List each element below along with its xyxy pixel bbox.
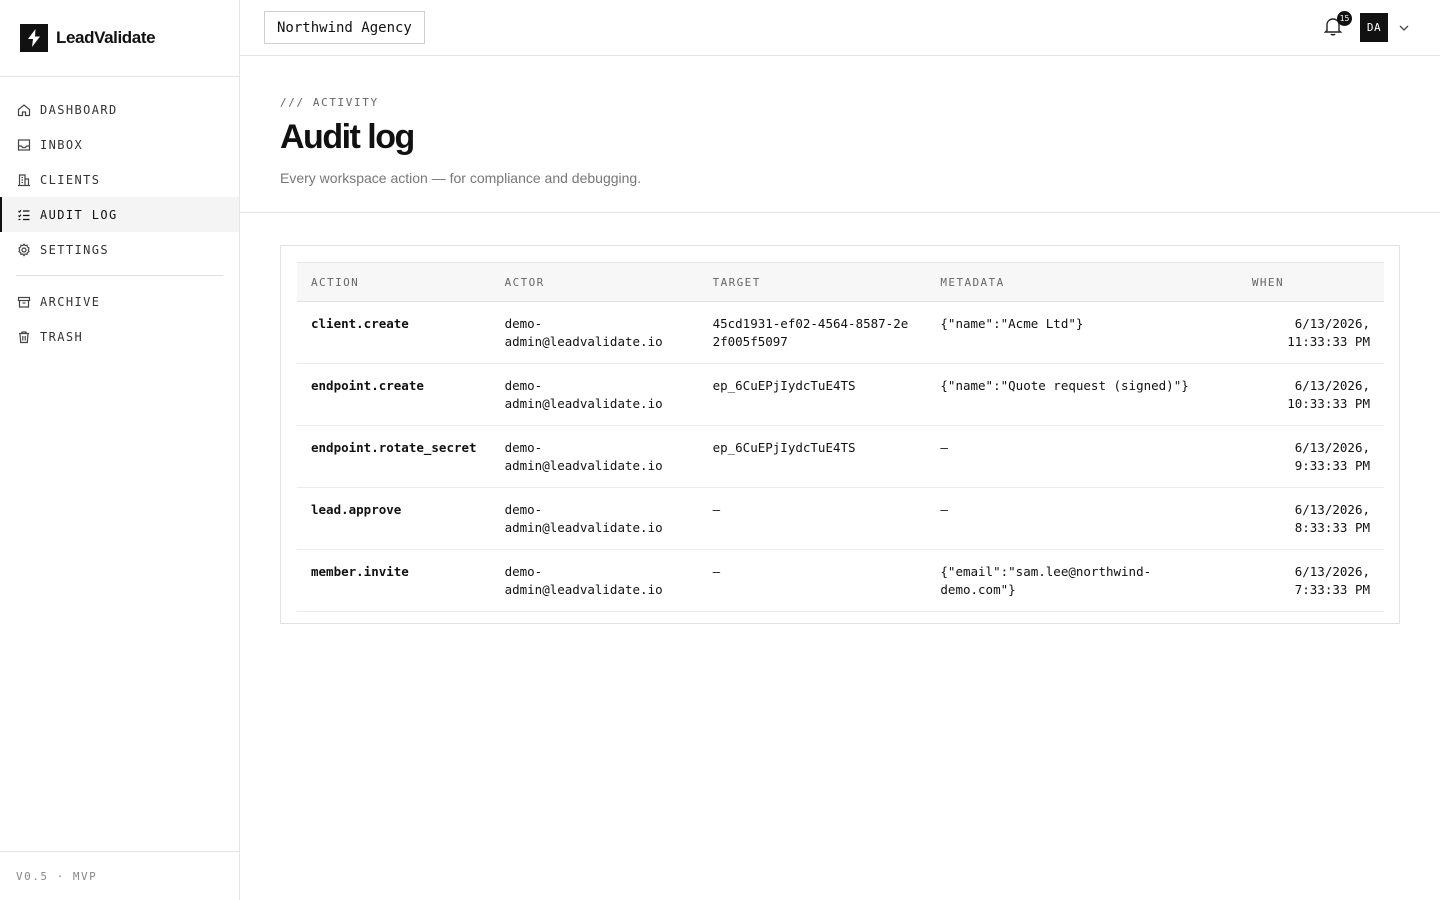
page-title: Audit log — [280, 118, 415, 156]
bolt-icon — [20, 24, 48, 52]
when-text: 6/13/2026, 10:33:33 PM — [1287, 378, 1370, 411]
sidebar-nav: DASHBOARD INBOX CLIENTS AUDIT LOG SETTIN… — [0, 77, 239, 354]
building-icon — [17, 173, 31, 187]
cell-target: ep_6CuEPjIydcTuE4TS — [698, 425, 927, 488]
actor-text: demo-admin@leadvalidate.io — [504, 440, 663, 473]
page-eyebrow: /// ACTIVITY — [280, 96, 379, 109]
brand[interactable]: LeadValidate — [0, 0, 239, 77]
cell-actor: demo-admin@leadvalidate.io — [490, 487, 699, 550]
cell-target: ep_6CuEPjIydcTuE4TS — [698, 363, 927, 426]
table-row: endpoint.create demo-admin@leadvalidate.… — [297, 363, 1384, 426]
trash-icon — [17, 330, 31, 344]
sidebar-item-clients[interactable]: CLIENTS — [0, 162, 239, 197]
cell-actor: demo-admin@leadvalidate.io — [490, 363, 699, 426]
actor-text: demo-admin@leadvalidate.io — [504, 502, 663, 535]
sidebar-item-label: INBOX — [40, 137, 84, 152]
inbox-icon — [17, 138, 31, 152]
table-row: lead.approve demo-admin@leadvalidate.io … — [297, 487, 1384, 550]
cell-metadata: {"name":"Acme Ltd"} — [926, 301, 1238, 364]
notification-badge: 15 — [1337, 10, 1352, 26]
cell-action: endpoint.rotate_secret — [297, 425, 491, 488]
sidebar-item-label: SETTINGS — [40, 242, 109, 257]
workspace-switcher[interactable]: Northwind Agency — [264, 11, 425, 44]
cell-action: lead.approve — [297, 487, 491, 550]
when-text: 6/13/2026, 9:33:33 PM — [1294, 440, 1370, 473]
cell-target: 45cd1931-ef02-4564-8587-2e2f005f5097 — [698, 301, 927, 364]
table-row: endpoint.rotate_secret demo-admin@leadva… — [297, 425, 1384, 488]
list-check-icon — [17, 208, 31, 222]
cell-actor: demo-admin@leadvalidate.io — [490, 549, 699, 612]
cell-metadata: {"email":"sam.lee@northwind-demo.com"} — [926, 549, 1238, 612]
cell-action: endpoint.create — [297, 363, 491, 426]
table-row: member.invite demo-admin@leadvalidate.io… — [297, 549, 1384, 612]
cell-actor: demo-admin@leadvalidate.io — [490, 301, 699, 364]
column-header-action: ACTION — [297, 262, 491, 302]
column-header-when: WHEN — [1237, 262, 1384, 302]
sidebar-item-trash[interactable]: TRASH — [0, 319, 239, 354]
cell-when: 6/13/2026, 8:33:33 PM — [1237, 487, 1384, 550]
sidebar-item-label: DASHBOARD — [40, 102, 118, 117]
sidebar-item-archive[interactable]: ARCHIVE — [0, 284, 239, 319]
sidebar-item-settings[interactable]: SETTINGS — [0, 232, 239, 267]
cell-action: member.invite — [297, 549, 491, 612]
actor-text: demo-admin@leadvalidate.io — [504, 564, 663, 597]
column-header-metadata: METADATA — [926, 262, 1238, 302]
when-text: 6/13/2026, 7:33:33 PM — [1294, 564, 1370, 597]
when-text: 6/13/2026, 8:33:33 PM — [1294, 502, 1370, 535]
sidebar-item-audit-log[interactable]: AUDIT LOG — [0, 197, 239, 232]
cell-actor: demo-admin@leadvalidate.io — [490, 425, 699, 488]
avatar[interactable]: DA — [1360, 13, 1388, 42]
sidebar-item-label: CLIENTS — [40, 172, 101, 187]
cell-metadata: — — [926, 487, 1238, 550]
sidebar-item-label: ARCHIVE — [40, 294, 101, 309]
cell-when: 6/13/2026, 10:33:33 PM — [1237, 363, 1384, 426]
brand-name: LeadValidate — [56, 28, 156, 47]
audit-log-card: ACTION ACTOR TARGET METADATA WHEN client… — [280, 245, 1400, 624]
sidebar-item-dashboard[interactable]: DASHBOARD — [0, 92, 239, 127]
sidebar-item-label: TRASH — [40, 329, 84, 344]
cell-metadata: — — [926, 425, 1238, 488]
page-subtitle: Every workspace action — for compliance … — [280, 170, 642, 186]
cell-target: — — [698, 487, 927, 550]
actor-text: demo-admin@leadvalidate.io — [504, 316, 663, 349]
cell-when: 6/13/2026, 7:33:33 PM — [1237, 549, 1384, 612]
sidebar: LeadValidate DASHBOARD INBOX CLIENTS AUD… — [0, 0, 240, 900]
cell-when: 6/13/2026, 11:33:33 PM — [1237, 301, 1384, 364]
chevron-down-icon[interactable] — [1398, 22, 1410, 34]
topbar-actions: 15 DA — [1323, 10, 1410, 42]
column-header-target: TARGET — [698, 262, 927, 302]
archive-icon — [17, 295, 31, 309]
home-icon — [17, 103, 31, 117]
sidebar-item-inbox[interactable]: INBOX — [0, 127, 239, 162]
version-label: V0.5 · MVP — [0, 851, 239, 900]
cell-action: client.create — [297, 301, 491, 364]
page-header: /// ACTIVITY Audit log Every workspace a… — [240, 56, 1440, 213]
sidebar-divider — [16, 275, 223, 276]
when-text: 6/13/2026, 11:33:33 PM — [1287, 316, 1370, 349]
audit-log-table: ACTION ACTOR TARGET METADATA WHEN client… — [297, 262, 1384, 612]
actor-text: demo-admin@leadvalidate.io — [504, 378, 663, 411]
sidebar-item-label: AUDIT LOG — [40, 207, 118, 222]
cell-target: — — [698, 549, 927, 612]
cell-metadata: {"name":"Quote request (signed)"} — [926, 363, 1238, 426]
topbar: Northwind Agency 15 DA — [240, 0, 1440, 56]
table-row: client.create demo-admin@leadvalidate.io… — [297, 301, 1384, 364]
cell-when: 6/13/2026, 9:33:33 PM — [1237, 425, 1384, 488]
gear-icon — [17, 242, 31, 257]
table-header-row: ACTION ACTOR TARGET METADATA WHEN — [297, 262, 1384, 302]
notifications-button[interactable]: 15 — [1323, 10, 1352, 42]
column-header-actor: ACTOR — [490, 262, 699, 302]
